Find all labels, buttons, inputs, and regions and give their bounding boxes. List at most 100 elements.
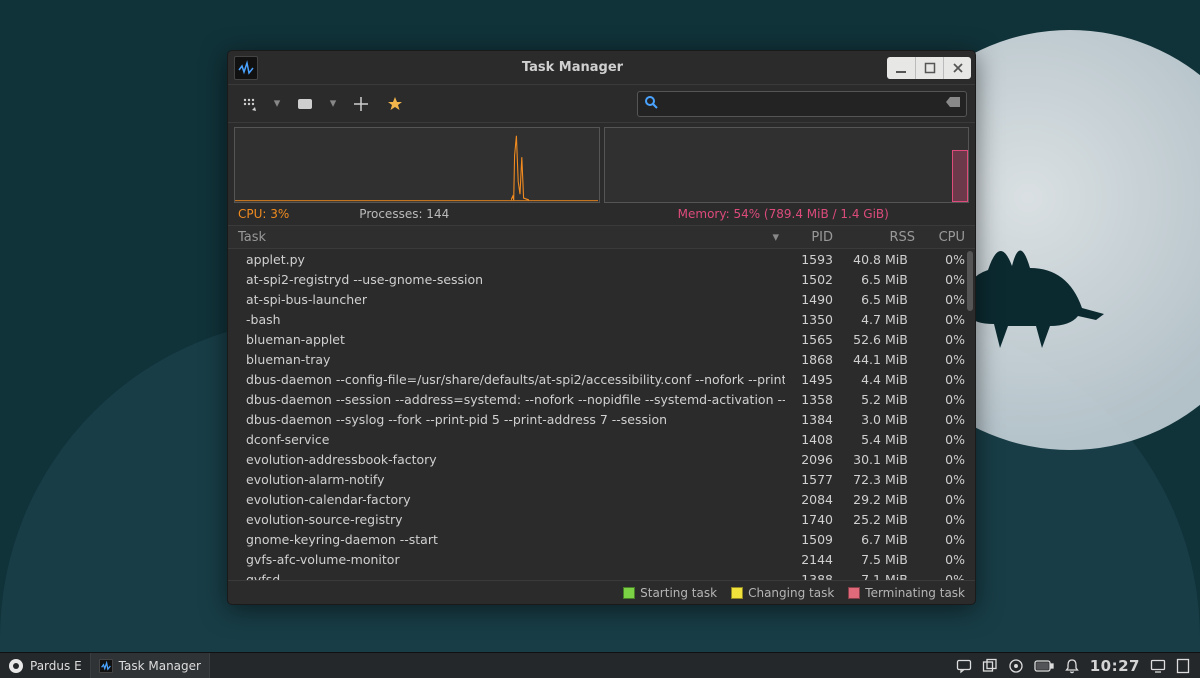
graph-area (228, 123, 975, 203)
cell-pid: 1502 (785, 272, 833, 287)
cell-pid: 2096 (785, 452, 833, 467)
cell-rss-unit: MiB (881, 572, 915, 581)
cell-task: gvfs-afc-volume-monitor (228, 552, 785, 567)
clear-search-icon[interactable] (946, 96, 960, 111)
cell-task: dbus-daemon --config-file=/usr/share/def… (228, 372, 785, 387)
table-row[interactable]: gvfs-afc-volume-monitor21447.5MiB0% (228, 549, 975, 569)
cell-rss-unit: MiB (881, 312, 915, 327)
cell-rss: 44.1 (833, 352, 881, 367)
column-cpu[interactable]: CPU (915, 230, 965, 245)
table-row[interactable]: at-spi2-registryd --use-gnome-session150… (228, 269, 975, 289)
memory-graph[interactable] (604, 127, 970, 203)
start-menu-button[interactable]: Pardus E (0, 653, 91, 678)
taskbar-item-label: Task Manager (119, 659, 201, 673)
task-manager-window: Task Manager ▾ ▾ (227, 50, 976, 605)
cell-rss: 6.7 (833, 532, 881, 547)
search-field[interactable] (637, 91, 967, 117)
cell-cpu: 0% (915, 312, 965, 327)
cell-cpu: 0% (915, 372, 965, 387)
cell-rss-unit: MiB (881, 552, 915, 567)
cell-task: dconf-service (228, 432, 785, 447)
table-row[interactable]: dbus-daemon --syslog --fork --print-pid … (228, 409, 975, 429)
cell-pid: 1565 (785, 332, 833, 347)
table-row[interactable]: evolution-calendar-factory208429.2MiB0% (228, 489, 975, 509)
cell-cpu: 0% (915, 292, 965, 307)
column-task[interactable]: Task ▾ (228, 230, 785, 245)
cell-cpu: 0% (915, 572, 965, 581)
cell-rss-unit: MiB (881, 452, 915, 467)
cell-task: at-spi2-registryd --use-gnome-session (228, 272, 785, 287)
cell-pid: 1350 (785, 312, 833, 327)
maximize-button[interactable] (915, 57, 943, 79)
cell-rss-unit: MiB (881, 392, 915, 407)
cell-cpu: 0% (915, 412, 965, 427)
cell-rss: 52.6 (833, 332, 881, 347)
scrollbar-thumb[interactable] (967, 251, 973, 311)
table-row[interactable]: gvfsd13887.1MiB0% (228, 569, 975, 580)
table-row[interactable]: at-spi-bus-launcher14906.5MiB0% (228, 289, 975, 309)
tray-desktop-icon[interactable] (1176, 658, 1190, 674)
table-row[interactable]: -bash13504.7MiB0% (228, 309, 975, 329)
process-list[interactable]: applet.py159340.8MiB0%at-spi2-registryd … (228, 249, 975, 580)
cell-rss-unit: MiB (881, 292, 915, 307)
cell-cpu: 0% (915, 352, 965, 367)
cell-task: evolution-alarm-notify (228, 472, 785, 487)
cell-pid: 1384 (785, 412, 833, 427)
exec-menu-caret-icon[interactable]: ▾ (270, 91, 284, 117)
close-button[interactable] (943, 57, 971, 79)
table-row[interactable]: evolution-alarm-notify157772.3MiB0% (228, 469, 975, 489)
cell-rss: 4.7 (833, 312, 881, 327)
minimize-button[interactable] (887, 57, 915, 79)
tray-bell-icon[interactable] (1064, 658, 1080, 674)
legend-start-label: Starting task (640, 586, 717, 600)
cell-rss-unit: MiB (881, 432, 915, 447)
cell-pid: 1577 (785, 472, 833, 487)
cpu-graph[interactable] (234, 127, 600, 203)
tray-monitor-icon[interactable] (1150, 658, 1166, 674)
cell-cpu: 0% (915, 432, 965, 447)
sort-caret-icon: ▾ (772, 230, 779, 245)
tray-battery-icon[interactable] (1034, 660, 1054, 672)
exec-button[interactable] (236, 91, 262, 117)
column-rss[interactable]: RSS (833, 230, 915, 245)
table-row[interactable]: dbus-daemon --session --address=systemd:… (228, 389, 975, 409)
terminal-menu-caret-icon[interactable]: ▾ (326, 91, 340, 117)
column-pid[interactable]: PID (785, 230, 833, 245)
cell-task: dbus-daemon --session --address=systemd:… (228, 392, 785, 407)
cell-task: -bash (228, 312, 785, 327)
cell-pid: 1490 (785, 292, 833, 307)
cpu-usage-label: CPU: 3% (238, 207, 289, 221)
cell-rss: 6.5 (833, 272, 881, 287)
cell-rss: 5.2 (833, 392, 881, 407)
table-row[interactable]: evolution-addressbook-factory209630.1MiB… (228, 449, 975, 469)
tray-windows-icon[interactable] (982, 658, 998, 674)
table-row[interactable]: dbus-daemon --config-file=/usr/share/def… (228, 369, 975, 389)
taskbar-item-task-manager[interactable]: Task Manager (91, 653, 210, 678)
tray-clock[interactable]: 10:27 (1090, 657, 1140, 675)
titlebar[interactable]: Task Manager (228, 51, 975, 85)
table-row[interactable]: blueman-applet156552.6MiB0% (228, 329, 975, 349)
cell-cpu: 0% (915, 392, 965, 407)
cell-rss-unit: MiB (881, 372, 915, 387)
window-buttons (887, 57, 971, 79)
cell-task: gvfsd (228, 572, 785, 581)
cell-pid: 1358 (785, 392, 833, 407)
table-row[interactable]: dconf-service14085.4MiB0% (228, 429, 975, 449)
cell-rss: 7.5 (833, 552, 881, 567)
taskbar-app-icon (99, 659, 113, 673)
cell-task: dbus-daemon --syslog --fork --print-pid … (228, 412, 785, 427)
table-row[interactable]: applet.py159340.8MiB0% (228, 249, 975, 269)
table-row[interactable]: gnome-keyring-daemon --start15096.7MiB0% (228, 529, 975, 549)
cell-task: evolution-addressbook-factory (228, 452, 785, 467)
cell-cpu: 0% (915, 532, 965, 547)
terminal-button[interactable] (292, 91, 318, 117)
table-row[interactable]: evolution-source-registry174025.2MiB0% (228, 509, 975, 529)
tray-chat-icon[interactable] (956, 658, 972, 674)
tray-power-icon[interactable] (1008, 658, 1024, 674)
table-row[interactable]: blueman-tray186844.1MiB0% (228, 349, 975, 369)
legend-term-label: Terminating task (865, 586, 965, 600)
cell-rss-unit: MiB (881, 512, 915, 527)
expand-button[interactable] (348, 91, 374, 117)
star-button[interactable] (382, 91, 408, 117)
cell-pid: 1408 (785, 432, 833, 447)
